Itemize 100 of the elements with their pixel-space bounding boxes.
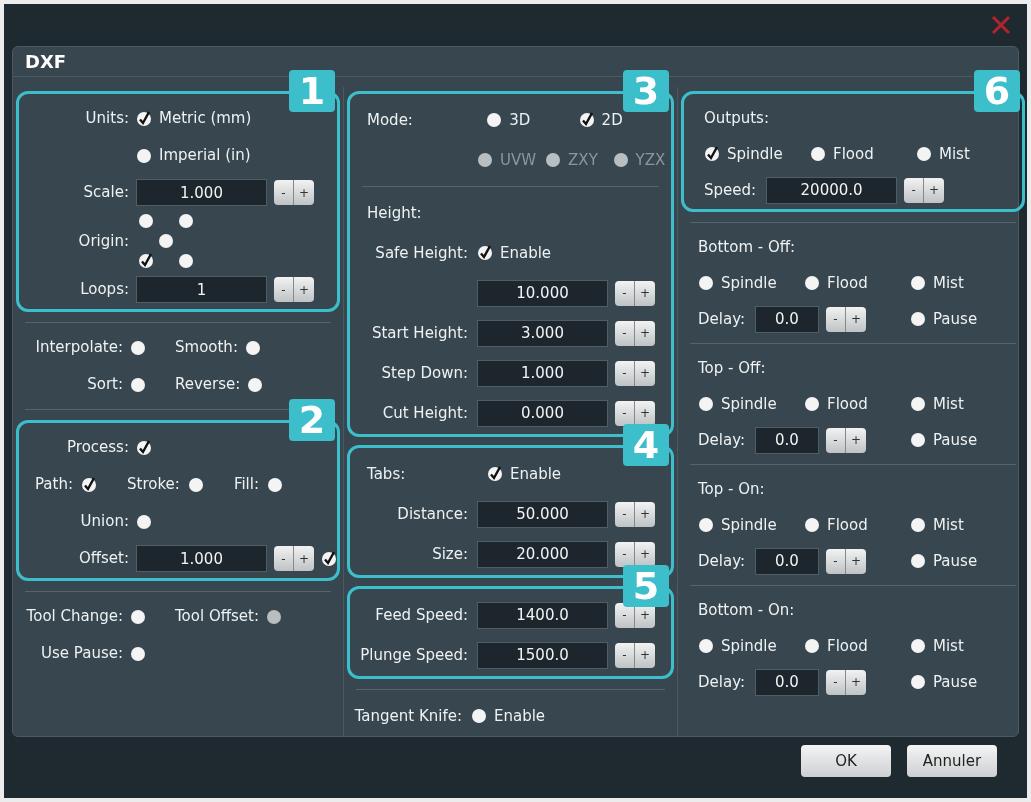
plus-button[interactable]: + — [635, 400, 655, 426]
radio-option[interactable]: Enable — [477, 241, 570, 265]
radio-option[interactable]: Pause — [910, 428, 1016, 452]
minus-button[interactable]: - — [615, 320, 635, 346]
radio-icon[interactable] — [130, 645, 146, 662]
radio-option[interactable]: Enable — [471, 704, 564, 728]
number-field[interactable]: 0.0 — [755, 426, 819, 454]
number-field[interactable]: 20000.0 — [766, 176, 898, 204]
radio-option[interactable]: Flood — [804, 392, 910, 416]
minus-button[interactable]: - — [904, 177, 925, 203]
checked-radio-icon — [477, 245, 493, 261]
plus-button[interactable]: + — [846, 669, 866, 695]
radio-icon[interactable] — [266, 476, 283, 493]
plus-button[interactable]: + — [635, 501, 655, 527]
radio-option[interactable]: Mist — [910, 271, 1016, 295]
number-field[interactable]: 1 — [136, 276, 267, 303]
plus-button[interactable]: + — [924, 177, 945, 203]
field-label: Top - On: — [698, 478, 765, 500]
callout-number: 1 — [289, 70, 335, 112]
radio-icon[interactable] — [130, 339, 146, 356]
minus-button[interactable]: - — [615, 400, 635, 426]
minus-button[interactable]: - — [615, 541, 635, 567]
minus-button[interactable]: - — [615, 642, 635, 668]
radio-icon — [698, 396, 714, 412]
plus-button[interactable]: + — [294, 180, 314, 205]
radio-option[interactable]: Spindle — [698, 513, 804, 537]
minus-button[interactable]: - — [274, 546, 294, 571]
minus-button[interactable]: - — [615, 360, 635, 386]
plus-button[interactable]: + — [635, 642, 655, 668]
radio-option[interactable]: Mist — [916, 142, 1022, 166]
plus-button[interactable]: + — [846, 427, 866, 453]
minus-button[interactable]: - — [274, 180, 294, 205]
minus-button[interactable]: - — [615, 280, 635, 306]
radio-icon[interactable] — [130, 376, 146, 393]
radio-option[interactable]: 3D — [486, 108, 579, 132]
plus-button[interactable]: + — [294, 546, 314, 571]
minus-button[interactable]: - — [826, 669, 846, 695]
field-label: Process: — [67, 437, 129, 459]
plus-button[interactable]: + — [846, 306, 866, 332]
radio-icon[interactable] — [130, 608, 146, 625]
checked-radio-icon[interactable] — [138, 253, 154, 269]
radio-icon[interactable] — [247, 376, 264, 393]
number-field[interactable]: 1500.0 — [477, 641, 608, 669]
radio-option[interactable]: Pause — [910, 307, 1016, 331]
radio-icon[interactable] — [178, 253, 194, 269]
number-field[interactable]: 0.0 — [755, 305, 819, 333]
radio-option[interactable]: Flood — [804, 513, 910, 537]
minus-button[interactable]: - — [615, 501, 635, 527]
field-label: Step Down: — [381, 362, 468, 384]
radio-option[interactable]: Flood — [804, 271, 910, 295]
checked-radio-icon[interactable] — [81, 476, 97, 493]
radio-option[interactable]: Flood — [810, 142, 916, 166]
radio-icon[interactable] — [138, 213, 154, 229]
number-field[interactable]: 0.0 — [755, 668, 819, 696]
minus-button[interactable]: - — [826, 427, 846, 453]
checked-radio-icon[interactable] — [321, 550, 337, 567]
plus-button[interactable]: + — [846, 548, 866, 574]
minus-button[interactable]: - — [826, 306, 846, 332]
field-label: Delay: — [698, 550, 745, 572]
radio-icon — [910, 396, 926, 412]
number-field[interactable]: 1.000 — [136, 545, 267, 572]
radio-option[interactable]: Mist — [910, 392, 1016, 416]
number-field[interactable]: 50.000 — [477, 500, 608, 528]
field-label: Feed Speed: — [375, 604, 468, 626]
number-field[interactable]: 0.000 — [477, 399, 608, 427]
number-field[interactable]: 0.0 — [755, 547, 819, 575]
minus-button[interactable]: - — [826, 548, 846, 574]
radio-option[interactable]: Spindle — [704, 142, 810, 166]
number-field[interactable]: 3.000 — [477, 319, 608, 347]
plus-button[interactable]: + — [635, 280, 655, 306]
radio-icon[interactable] — [187, 476, 204, 493]
radio-option[interactable]: Pause — [910, 549, 1016, 573]
checked-radio-icon[interactable] — [136, 439, 152, 456]
radio-option[interactable]: Spindle — [698, 634, 804, 658]
dialog-button[interactable]: OK — [801, 745, 891, 777]
minus-button[interactable]: - — [274, 277, 294, 302]
radio-icon[interactable] — [244, 339, 261, 356]
radio-option[interactable]: Imperial (in) — [136, 144, 251, 167]
plus-button[interactable]: + — [635, 541, 655, 567]
radio-icon[interactable] — [136, 513, 152, 530]
plus-button[interactable]: + — [294, 277, 314, 302]
radio-option[interactable]: Enable — [487, 462, 580, 486]
radio-option[interactable]: Mist — [910, 634, 1016, 658]
plus-button[interactable]: + — [635, 320, 655, 346]
number-field[interactable]: 1.000 — [477, 359, 608, 387]
radio-option[interactable]: Spindle — [698, 392, 804, 416]
number-field[interactable]: 20.000 — [477, 540, 608, 568]
radio-option[interactable]: Flood — [804, 634, 910, 658]
radio-option[interactable]: Pause — [910, 670, 1016, 694]
radio-option[interactable]: Mist — [910, 513, 1016, 537]
radio-icon — [910, 553, 926, 569]
dialog-button[interactable]: Annuler — [907, 745, 997, 777]
radio-icon[interactable] — [158, 233, 174, 249]
radio-icon[interactable] — [178, 213, 194, 229]
plus-button[interactable]: + — [635, 360, 655, 386]
number-field[interactable]: 10.000 — [477, 279, 608, 307]
number-field[interactable]: 1.000 — [136, 179, 267, 206]
radio-option[interactable]: Metric (mm) — [136, 107, 252, 130]
radio-option[interactable]: Spindle — [698, 271, 804, 295]
number-field[interactable]: 1400.0 — [477, 601, 608, 629]
